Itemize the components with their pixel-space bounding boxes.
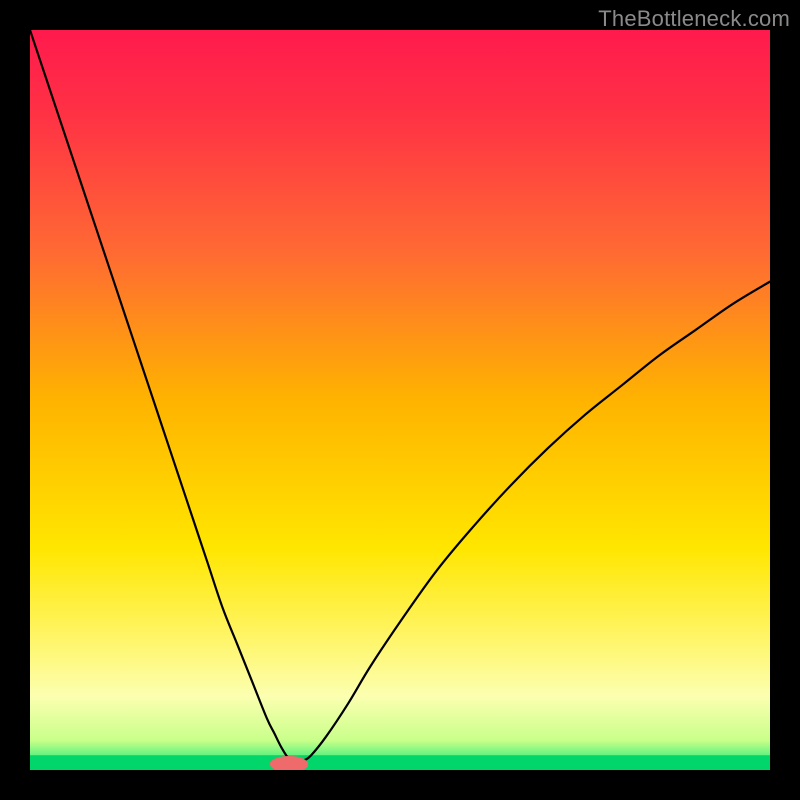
watermark-text: TheBottleneck.com [598,6,790,32]
plot-area [30,30,770,770]
chart-frame: TheBottleneck.com [0,0,800,800]
green-baseline-strip [30,755,770,770]
bottleneck-chart-svg [30,30,770,770]
gradient-background [30,30,770,770]
